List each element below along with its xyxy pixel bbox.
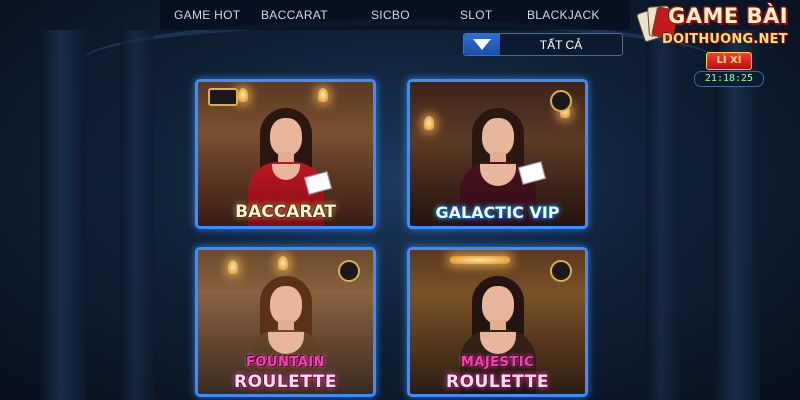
tab-baccarat[interactable]: BACCARAT: [261, 8, 328, 22]
tab-sicbo[interactable]: SICBO: [371, 8, 410, 22]
game-tile-fountain-roulette[interactable]: FOUNTAIN ROULETTE: [195, 247, 376, 397]
lixi-badge[interactable]: LÌ XÌ: [706, 52, 752, 70]
lamp-icon: [228, 260, 238, 274]
game-title: BACCARAT: [235, 202, 336, 222]
game-tile-baccarat[interactable]: BACCARAT: [195, 79, 376, 229]
top-nav: GAME HOT BACCARAT SICBO SLOT BLACKJACK: [160, 0, 630, 30]
game-subtitle: MAJESTIC: [460, 355, 535, 370]
game-title: GALACTIC VIP: [435, 203, 560, 222]
chandelier-icon: [450, 256, 510, 264]
dropdown-triangle-icon[interactable]: [464, 34, 500, 55]
game-title: ROULETTE: [446, 372, 549, 392]
category-filter-dropdown[interactable]: TẤT CẢ: [463, 33, 623, 56]
lamp-icon: [318, 88, 328, 102]
crown-badge-icon: [208, 88, 238, 106]
brand-domain: DOITHUONG.NET: [662, 32, 788, 47]
background-pillar: [40, 30, 86, 400]
game-tile-galactic-vip[interactable]: GALACTIC VIP: [407, 79, 588, 229]
lamp-icon: [424, 116, 434, 130]
background-pillar: [120, 30, 154, 400]
tab-slot[interactable]: SLOT: [460, 8, 493, 22]
lamp-icon: [278, 256, 288, 270]
game-tile-majestic-roulette[interactable]: MAJESTIC ROULETTE: [407, 247, 588, 397]
countdown-timer: 21:18:25: [694, 71, 764, 87]
game-subtitle: FOUNTAIN: [245, 355, 325, 370]
lamp-icon: [238, 88, 248, 102]
tab-game-hot[interactable]: GAME HOT: [174, 8, 240, 22]
filter-selected-label: TẤT CẢ: [539, 37, 583, 52]
game-title: ROULETTE: [234, 372, 337, 392]
tab-blackjack[interactable]: BLACKJACK: [527, 8, 600, 22]
background-arch: [80, 20, 720, 106]
casino-badge-icon: [550, 90, 572, 112]
casino-badge-icon: [550, 260, 572, 282]
brand-name: GAME BÀI: [668, 4, 789, 28]
casino-badge-icon: [338, 260, 360, 282]
